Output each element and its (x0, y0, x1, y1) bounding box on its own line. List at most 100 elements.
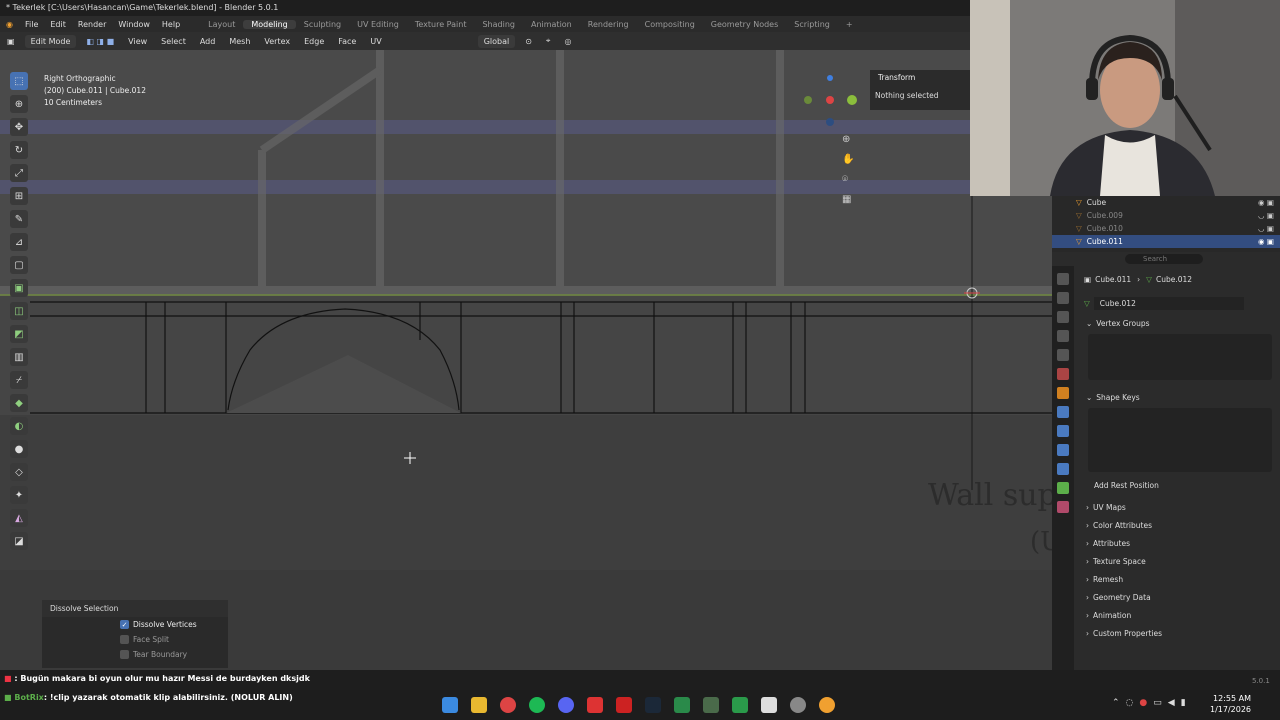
app-icon-green-2[interactable] (732, 697, 748, 713)
checkbox-icon[interactable] (120, 635, 129, 644)
menu-add[interactable]: Add (193, 37, 223, 46)
volume-icon[interactable]: ◀ (1168, 698, 1181, 708)
shape-keys-list[interactable] (1088, 408, 1272, 472)
tab-uv-editing[interactable]: UV Editing (349, 20, 407, 29)
3d-viewport[interactable]: Wall sup (U (0, 50, 1052, 670)
snap-icon[interactable]: ⌖ (539, 36, 558, 46)
visibility-eye-icon[interactable]: ◉ ▣ (1258, 198, 1274, 207)
menu-window[interactable]: Window (112, 20, 156, 29)
tool-tab-icon[interactable] (1057, 273, 1069, 285)
knife-tool[interactable]: ⌿ (10, 371, 28, 389)
file-explorer-icon[interactable] (471, 697, 487, 713)
pivot-icon[interactable]: ⊙ (518, 37, 539, 46)
section-attributes[interactable]: › Attributes (1074, 534, 1280, 552)
section-color-attributes[interactable]: › Color Attributes (1074, 516, 1280, 534)
menu-edit[interactable]: Edit (44, 20, 72, 29)
edge-slide-tool[interactable]: ◇ (10, 463, 28, 481)
dissolve-vertices-option[interactable]: ✓ Dissolve Vertices (42, 617, 228, 632)
tab-texture-paint[interactable]: Texture Paint (407, 20, 475, 29)
select-box-tool[interactable]: ⬚ (10, 72, 28, 90)
tab-rendering[interactable]: Rendering (580, 20, 637, 29)
inset-tool[interactable]: ◫ (10, 302, 28, 320)
app-icon-white[interactable] (761, 697, 777, 713)
operator-panel-title[interactable]: Dissolve Selection (42, 600, 228, 617)
add-rest-position-option[interactable]: Add Rest Position (1074, 476, 1280, 494)
tab-sculpting[interactable]: Sculpting (296, 20, 349, 29)
tab-scripting[interactable]: Scripting (786, 20, 838, 29)
section-uv-maps[interactable]: › UV Maps (1074, 498, 1280, 516)
blender-taskbar-icon[interactable] (819, 697, 835, 713)
mesh-data-tab-icon[interactable] (1057, 482, 1069, 494)
vertex-groups-header[interactable]: ⌄ Vertex Groups (1074, 314, 1280, 332)
select-mode-icons[interactable]: ◧ ◨ ■ (79, 37, 121, 46)
tray-app-icon[interactable]: ◌ (1126, 698, 1140, 708)
taskbar-clock[interactable]: 12:55 AM 1/17/2026 (1210, 693, 1251, 715)
tab-modeling[interactable]: Modeling (243, 19, 296, 29)
object-tab-icon[interactable] (1057, 387, 1069, 399)
microphone-icon[interactable]: ● (1139, 698, 1153, 708)
smooth-tool[interactable]: ● (10, 440, 28, 458)
tab-geometry-nodes[interactable]: Geometry Nodes (703, 20, 786, 29)
tray-chevron-icon[interactable]: ⌃ (1112, 698, 1126, 708)
outliner-row-cube[interactable]: ▽ Cube ◉ ▣ (1052, 196, 1280, 209)
checkbox-checked-icon[interactable]: ✓ (120, 620, 129, 629)
shrink-fatten-tool[interactable]: ✦ (10, 486, 28, 504)
app-icon-green[interactable] (674, 697, 690, 713)
system-tray[interactable]: ⌃◌●▭◀▮ (1112, 698, 1192, 708)
annotate-tool[interactable]: ✎ (10, 210, 28, 228)
measure-tool[interactable]: ⊿ (10, 233, 28, 251)
app-icon-gray[interactable] (790, 697, 806, 713)
poly-build-tool[interactable]: ◆ (10, 394, 28, 412)
outliner-row-cube-009[interactable]: ▽ Cube.009 ◡ ▣ (1052, 209, 1280, 222)
visibility-eye-icon[interactable]: ◉ ▣ (1258, 237, 1274, 246)
outliner-row-cube-011[interactable]: ▽ Cube.011 ◉ ▣ (1052, 235, 1280, 248)
ortho-grid-icon[interactable]: ▦ (842, 190, 858, 210)
pan-hand-icon[interactable]: ✋ (842, 150, 858, 170)
face-split-option[interactable]: Face Split (42, 632, 228, 647)
vertex-groups-list[interactable] (1088, 334, 1272, 380)
menu-render[interactable]: Render (72, 20, 112, 29)
tab-layout[interactable]: Layout (200, 20, 243, 29)
tab-shading[interactable]: Shading (474, 20, 523, 29)
proportional-edit-icon[interactable]: ◎ (557, 37, 578, 46)
loop-cut-tool[interactable]: ▥ (10, 348, 28, 366)
camera-view-icon[interactable]: ⌾ (842, 170, 858, 190)
app-icon-red[interactable] (587, 697, 603, 713)
output-tab-icon[interactable] (1057, 311, 1069, 323)
windows-start-icon[interactable] (442, 697, 458, 713)
section-geometry-data[interactable]: › Geometry Data (1074, 588, 1280, 606)
mesh-name-field[interactable]: Cube.012 (1093, 296, 1244, 310)
world-tab-icon[interactable] (1057, 368, 1069, 380)
zoom-icon[interactable]: ⊕ (842, 130, 858, 150)
material-tab-icon[interactable] (1057, 501, 1069, 513)
menu-mesh[interactable]: Mesh (222, 37, 257, 46)
chrome-icon[interactable] (500, 697, 516, 713)
steam-icon[interactable] (645, 697, 661, 713)
app-icon-dark-green[interactable] (703, 697, 719, 713)
constraints-tab-icon[interactable] (1057, 463, 1069, 475)
rip-tool[interactable]: ◪ (10, 532, 28, 550)
bevel-tool[interactable]: ◩ (10, 325, 28, 343)
visibility-eye-icon[interactable]: ◡ ▣ (1258, 224, 1274, 233)
tear-boundary-option[interactable]: Tear Boundary (42, 647, 228, 662)
menu-select[interactable]: Select (154, 37, 193, 46)
view-layer-tab-icon[interactable] (1057, 330, 1069, 342)
modifiers-tab-icon[interactable] (1057, 406, 1069, 418)
transform-panel-title[interactable]: Transform (870, 70, 970, 85)
menu-file[interactable]: File (19, 20, 44, 29)
shape-keys-header[interactable]: ⌄ Shape Keys (1074, 388, 1280, 406)
discord-icon[interactable] (558, 697, 574, 713)
menu-edge[interactable]: Edge (297, 37, 331, 46)
move-tool[interactable]: ✥ (10, 118, 28, 136)
checkbox-icon[interactable] (120, 650, 129, 659)
blender-logo-icon[interactable]: ◉ (0, 20, 19, 29)
scale-tool[interactable]: ⤢ (10, 164, 28, 182)
battery-icon[interactable]: ▮ (1181, 698, 1192, 708)
scene-tab-icon[interactable] (1057, 349, 1069, 361)
particles-tab-icon[interactable] (1057, 425, 1069, 437)
menu-uv[interactable]: UV (363, 37, 388, 46)
orientation-dropdown[interactable]: Global (477, 34, 516, 48)
section-texture-space[interactable]: › Texture Space (1074, 552, 1280, 570)
mode-dropdown[interactable]: Edit Mode (24, 34, 77, 48)
spin-tool[interactable]: ◐ (10, 417, 28, 435)
